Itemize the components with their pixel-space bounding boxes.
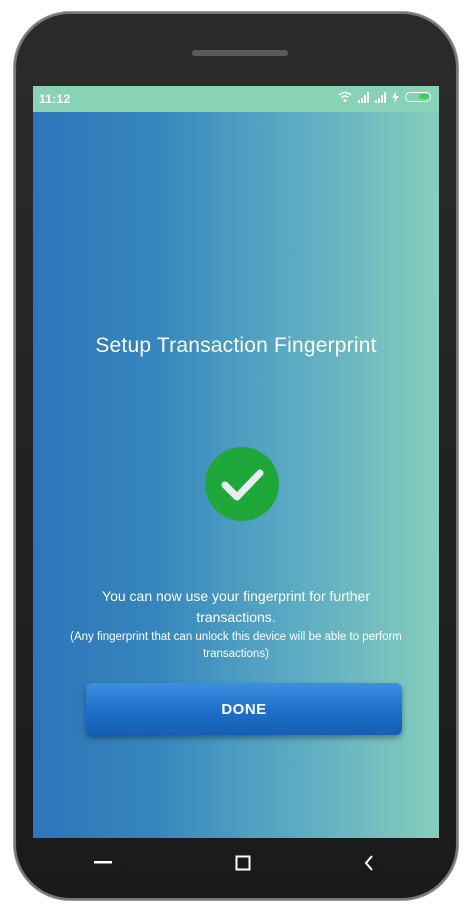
earpiece-speaker [192,50,288,56]
navigation-bar [33,838,439,888]
back-button[interactable] [339,838,399,888]
status-bar: 11:12 [33,86,439,112]
app-screen: 11:12 Setup Transaction Fingerprint You … [33,86,439,838]
home-button[interactable] [213,838,273,888]
battery-icon [405,92,431,102]
menu-button[interactable] [73,838,133,888]
status-time: 11:12 [39,92,71,106]
signal-icon [358,91,369,103]
menu-icon [94,861,112,864]
done-button[interactable]: DONE [86,683,402,735]
page-title: Setup Transaction Fingerprint [95,334,377,357]
status-icons [338,91,431,103]
wifi-icon [338,91,352,102]
home-icon [235,855,251,871]
success-message: You can now use your fingerprint for fur… [102,588,370,625]
fingerprint-note: (Any fingerprint that can unlock this de… [70,631,402,660]
signal-icon [375,91,386,103]
check-circle-icon [205,447,279,521]
back-icon [364,855,373,871]
charging-icon [392,91,399,103]
